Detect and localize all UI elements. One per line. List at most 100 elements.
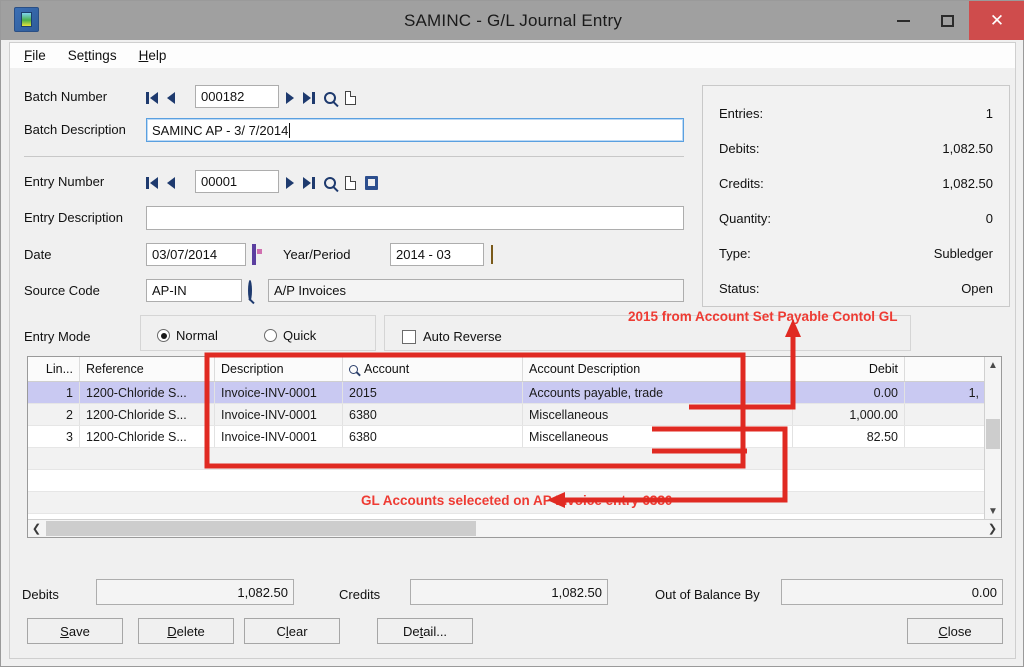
cell-credit: 1, xyxy=(968,385,979,400)
close-icon: ✕ xyxy=(989,10,1005,30)
cell-debit: 1,000.00 xyxy=(793,404,905,425)
entry-number-nav xyxy=(146,173,175,193)
column-header-credit[interactable] xyxy=(905,357,985,381)
section-divider xyxy=(24,156,684,157)
scroll-down-button[interactable]: ▼ xyxy=(985,503,1001,520)
previous-record-icon[interactable] xyxy=(167,92,175,104)
menu-settings[interactable]: Settings xyxy=(68,48,117,63)
last-record-icon[interactable] xyxy=(303,92,315,104)
entry-mode-normal-label: Normal xyxy=(176,328,218,343)
date-input[interactable]: 03/07/2014 xyxy=(146,243,246,266)
cell-account: 6380 xyxy=(343,426,523,447)
column-header-line[interactable]: Lin... xyxy=(28,357,80,381)
grid-header-row: Lin... Reference Description Account Acc… xyxy=(28,357,985,382)
detail-button[interactable]: Detail... xyxy=(377,618,473,644)
column-header-account[interactable]: Account xyxy=(343,357,523,381)
new-document-icon[interactable] xyxy=(345,91,356,105)
cell-debit: 0.00 xyxy=(793,382,905,403)
auto-reverse-checkbox[interactable]: Auto Reverse xyxy=(402,329,502,344)
date-picker-button[interactable] xyxy=(252,244,256,265)
new-entry-icon[interactable] xyxy=(345,176,356,190)
info-value: 1 xyxy=(985,106,993,121)
cell-credit xyxy=(905,426,985,447)
last-entry-icon[interactable] xyxy=(303,177,315,189)
scroll-left-button[interactable]: ❮ xyxy=(28,520,45,537)
clear-button[interactable]: Clear xyxy=(244,618,340,644)
checkbox-unchecked-icon xyxy=(402,329,416,344)
info-key: Debits: xyxy=(719,141,760,156)
table-row[interactable]: 3 1200-Chloride S... Invoice-INV-0001 63… xyxy=(28,426,985,448)
entry-mode-normal-radio[interactable]: Normal xyxy=(157,328,218,343)
info-key: Credits: xyxy=(719,176,764,191)
table-row[interactable]: 2 1200-Chloride S... Invoice-INV-0001 63… xyxy=(28,404,985,426)
next-record-icon[interactable] xyxy=(286,92,294,104)
entry-number-input[interactable]: 00001 xyxy=(195,170,279,193)
close-button[interactable]: Close xyxy=(907,618,1003,644)
info-row-status: Status: Open xyxy=(703,281,1009,303)
text-caret xyxy=(289,122,291,138)
search-icon[interactable] xyxy=(324,92,336,104)
next-entry-icon[interactable] xyxy=(286,177,294,189)
column-header-reference[interactable]: Reference xyxy=(80,357,215,381)
batch-number-input[interactable]: 000182 xyxy=(195,85,279,108)
entry-description-input[interactable] xyxy=(146,206,684,230)
drilldown-icon[interactable] xyxy=(365,176,378,190)
title-bar: SAMINC - G/L Journal Entry ✕ xyxy=(1,1,1024,40)
menu-file[interactable]: File xyxy=(24,48,46,63)
period-calendar-icon[interactable] xyxy=(491,245,493,264)
horizontal-scroll-thumb[interactable] xyxy=(46,521,476,536)
journal-detail-grid[interactable]: Lin... Reference Description Account Acc… xyxy=(27,356,1002,538)
column-header-description[interactable]: Description xyxy=(215,357,343,381)
save-button[interactable]: Save xyxy=(27,618,123,644)
info-row-quantity: Quantity: 0 xyxy=(703,211,1009,233)
info-value: Open xyxy=(961,281,993,296)
source-code-input[interactable]: AP-IN xyxy=(146,279,242,302)
delete-button[interactable]: Delete xyxy=(138,618,234,644)
menu-help[interactable]: Help xyxy=(139,48,167,63)
cell-account: 2015 xyxy=(343,382,523,403)
year-period-input[interactable]: 2014 - 03 xyxy=(390,243,484,266)
info-key: Entries: xyxy=(719,106,764,121)
table-row-empty[interactable] xyxy=(28,448,985,470)
cell-account-description: Miscellaneous xyxy=(523,404,745,425)
source-code-search-icon[interactable] xyxy=(248,280,252,301)
previous-entry-icon[interactable] xyxy=(167,177,175,189)
info-value: 1,082.50 xyxy=(942,176,993,191)
batch-number-nav-right xyxy=(286,88,356,108)
menu-bar: File Settings Help xyxy=(9,42,1016,68)
gl-journal-entry-window: SAMINC - G/L Journal Entry ✕ File Settin… xyxy=(0,0,1024,667)
cell-line: 1 xyxy=(28,382,80,403)
cell-account: 6380 xyxy=(343,404,523,425)
info-value: 0 xyxy=(985,211,993,226)
radio-selected-icon xyxy=(157,329,170,342)
vertical-scroll-thumb[interactable] xyxy=(986,419,1000,449)
out-of-balance-label: Out of Balance By xyxy=(655,587,760,602)
maximize-button[interactable] xyxy=(925,1,969,40)
scroll-up-button[interactable]: ▲ xyxy=(985,357,1001,374)
grid-horizontal-scrollbar[interactable]: ❮ ❯ xyxy=(28,519,1001,537)
window-title: SAMINC - G/L Journal Entry xyxy=(403,10,623,30)
info-key: Type: xyxy=(719,246,751,261)
maximize-icon xyxy=(940,14,954,27)
table-row-empty[interactable] xyxy=(28,470,985,492)
minimize-button[interactable] xyxy=(881,1,925,40)
first-record-icon[interactable] xyxy=(146,92,158,104)
year-period-label: Year/Period xyxy=(283,247,351,262)
sage-app-icon xyxy=(14,7,39,32)
first-entry-icon[interactable] xyxy=(146,177,158,189)
grid-vertical-scrollbar[interactable]: ▲ ▼ xyxy=(984,357,1001,520)
entry-mode-quick-radio[interactable]: Quick xyxy=(264,328,316,343)
column-header-spacer[interactable] xyxy=(745,357,793,381)
debits-total-field: 1,082.50 xyxy=(96,579,294,605)
cell-description: Invoice-INV-0001 xyxy=(215,426,343,447)
info-row-entries: Entries: 1 xyxy=(703,106,1009,128)
column-header-account-description[interactable]: Account Description xyxy=(523,357,745,381)
entry-number-label: Entry Number xyxy=(24,174,105,189)
column-header-debit[interactable]: Debit xyxy=(793,357,905,381)
radio-unselected-icon xyxy=(264,329,277,342)
entry-search-icon[interactable] xyxy=(324,177,336,189)
close-window-button[interactable]: ✕ xyxy=(969,1,1024,40)
batch-description-input[interactable]: SAMINC AP - 3/ 7/2014 xyxy=(146,118,684,142)
table-row[interactable]: 1 1200-Chloride S... Invoice-INV-0001 20… xyxy=(28,382,985,404)
scroll-right-button[interactable]: ❯ xyxy=(984,520,1001,537)
